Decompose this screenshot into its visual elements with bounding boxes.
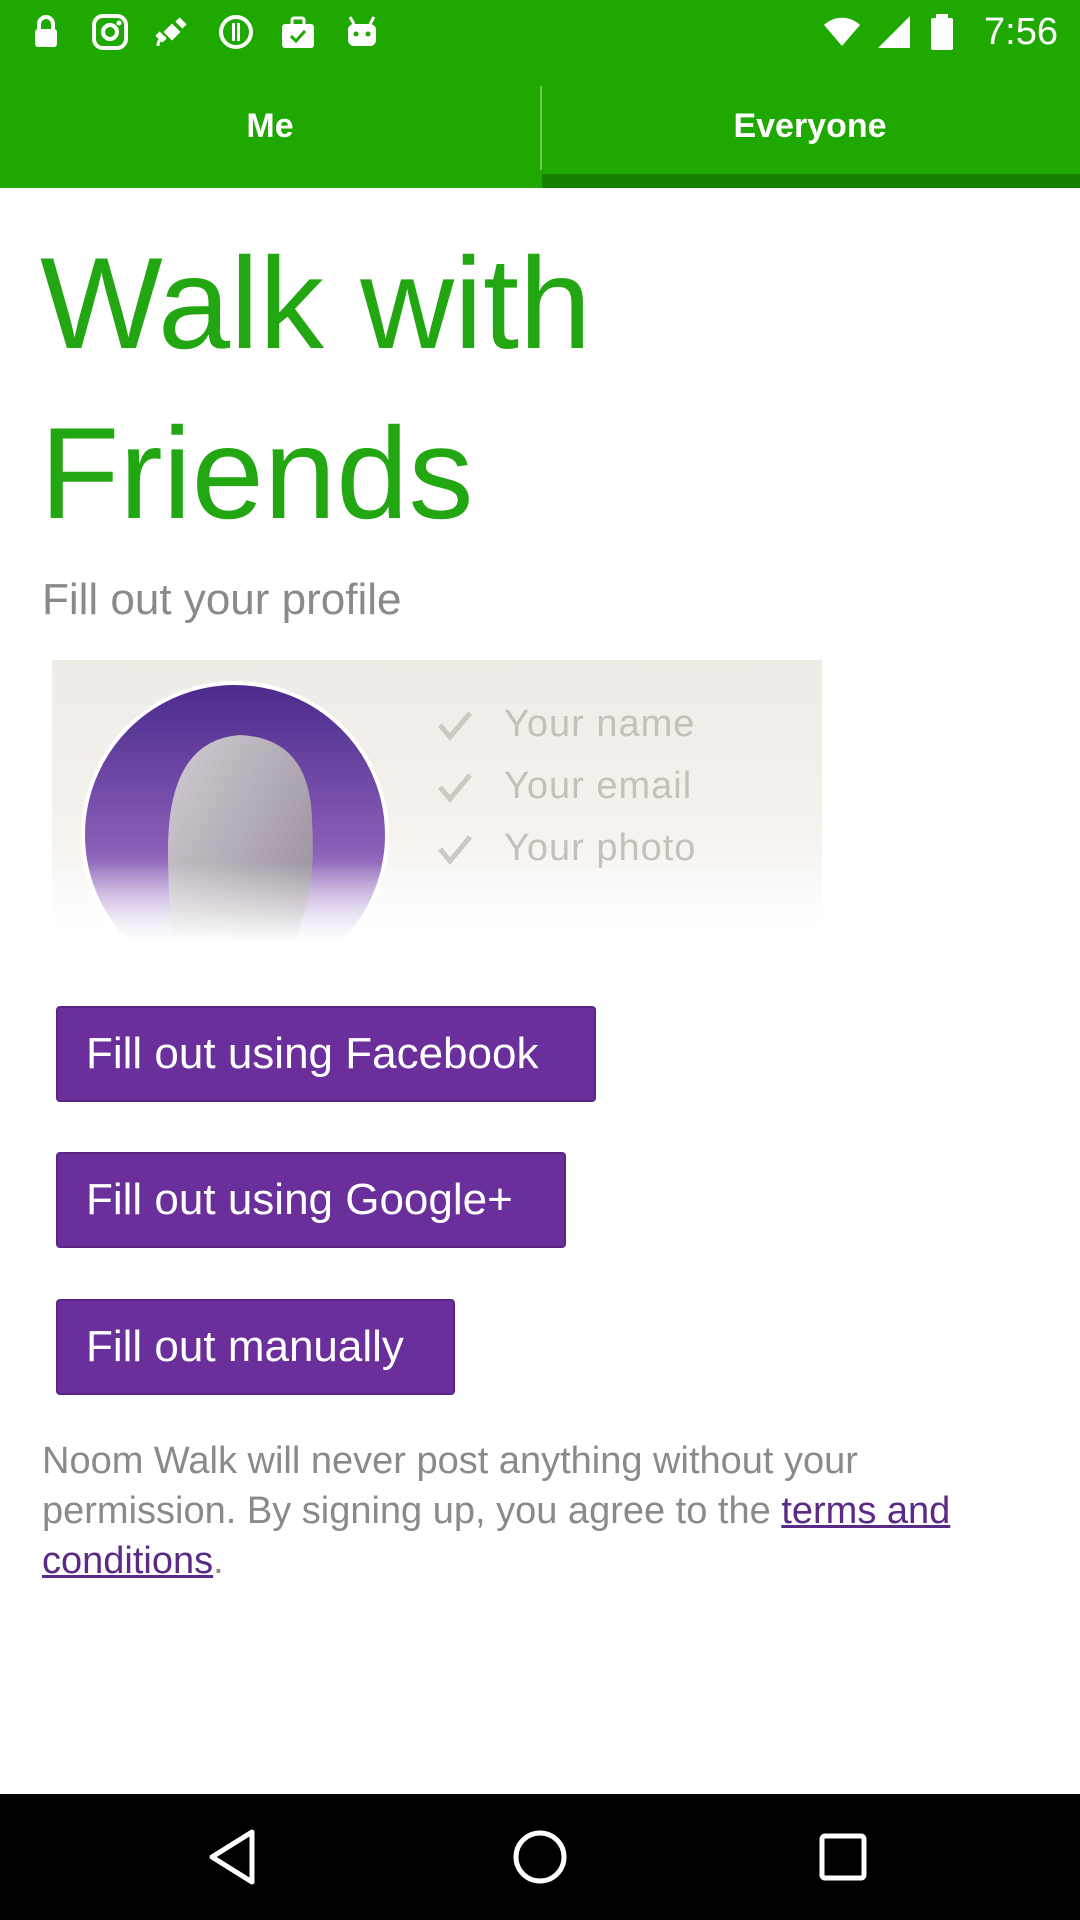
tab-me[interactable]: Me	[0, 64, 540, 188]
back-icon[interactable]	[200, 1822, 270, 1892]
profile-illustration: Your name Your email Your photo	[52, 660, 822, 942]
checkmark-icon	[434, 703, 476, 745]
lock-icon	[26, 12, 66, 52]
battery-icon	[922, 12, 962, 52]
checklist-label: Your name	[504, 702, 696, 745]
signal-icon	[874, 12, 914, 52]
checkmark-icon	[434, 765, 476, 807]
tab-selected-indicator	[542, 174, 1080, 188]
fake-gps-icon	[152, 12, 192, 52]
disclaimer-text: Noom Walk will never post anything witho…	[42, 1440, 858, 1532]
privacy-disclaimer: Noom Walk will never post anything witho…	[42, 1436, 1012, 1586]
fill-google-button[interactable]: Fill out using Google+	[56, 1152, 566, 1248]
home-icon[interactable]	[505, 1822, 575, 1892]
navigation-bar	[0, 1794, 1080, 1920]
tab-bar: Me Everyone	[0, 64, 1080, 188]
recent-apps-icon[interactable]	[808, 1822, 878, 1892]
checklist-label: Your email	[504, 764, 693, 807]
page-title-line-1: Walk with	[40, 230, 592, 376]
briefcase-icon	[278, 12, 318, 52]
fill-facebook-button[interactable]: Fill out using Facebook	[56, 1006, 596, 1102]
android-icon	[342, 12, 382, 52]
subtitle: Fill out your profile	[42, 575, 402, 624]
fill-manually-button[interactable]: Fill out manually	[56, 1299, 455, 1395]
instagram-icon	[90, 12, 130, 52]
wifi-icon	[822, 12, 862, 52]
page-title-line-2: Friends	[40, 400, 474, 546]
fade-overlay	[52, 862, 822, 942]
status-time: 7:56	[984, 11, 1058, 53]
info-icon	[216, 12, 256, 52]
checklist-item: Your email	[434, 758, 692, 814]
tab-everyone[interactable]: Everyone	[540, 64, 1080, 188]
disclaimer-end: .	[213, 1540, 224, 1582]
status-bar: 7:56	[0, 0, 1080, 64]
checklist-item: Your name	[434, 696, 695, 752]
